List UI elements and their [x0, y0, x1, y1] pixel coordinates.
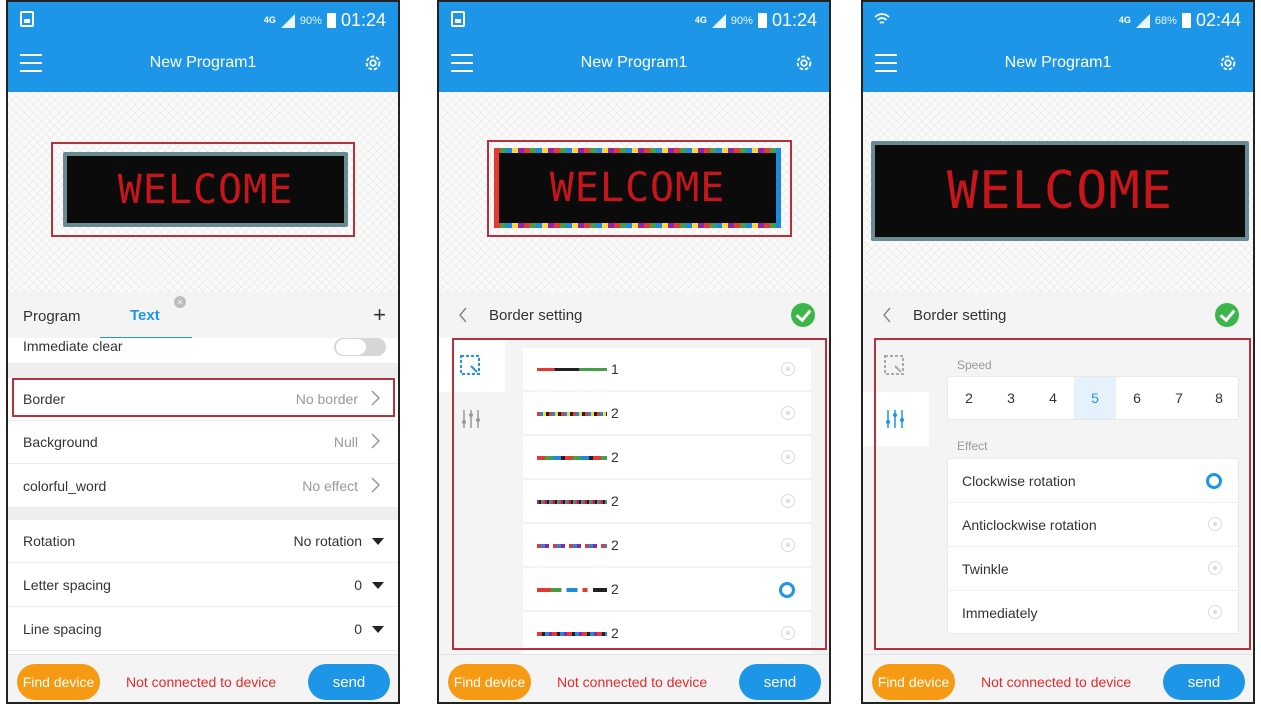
led-panel[interactable]: WELCOME [63, 152, 348, 227]
colorful-word-value: No effect [302, 478, 358, 494]
tab-bar: Program Text × + [8, 292, 398, 339]
find-device-button[interactable]: Find device [872, 664, 955, 700]
app-bar: New Program1 [439, 38, 829, 92]
signal-icon [711, 13, 726, 28]
gallery-notification-icon [451, 11, 465, 27]
chevron-right-icon [371, 477, 381, 493]
send-button[interactable]: send [1163, 664, 1245, 700]
app-bar: New Program1 [863, 38, 1253, 92]
battery-percent: 90% [730, 14, 753, 27]
rotation-row[interactable]: Rotation No rotation [8, 520, 398, 563]
bottom-action-bar: Find device Not connected to device send [8, 654, 398, 702]
letter-spacing-row[interactable]: Letter spacing 0 [8, 564, 398, 607]
battery-icon [326, 13, 336, 28]
line-spacing-label: Line spacing [23, 621, 102, 637]
battery-percent: 90% [299, 14, 322, 27]
find-device-button[interactable]: Find device [17, 664, 100, 700]
gallery-notification-icon [20, 11, 34, 27]
status-bar: 4G 90% 01:24 [8, 2, 398, 38]
network-label: 4G [1118, 15, 1131, 25]
confirm-check-icon[interactable] [1215, 303, 1239, 327]
network-label: 4G [694, 15, 707, 25]
battery-percent: 68% [1154, 14, 1177, 27]
clock: 02:44 [1195, 10, 1241, 30]
close-icon[interactable]: × [174, 296, 186, 308]
status-bar: 4G 90% 01:24 [439, 2, 829, 38]
dropdown-arrow-icon [372, 582, 384, 589]
highlight-box [874, 338, 1251, 650]
chevron-right-icon [371, 433, 381, 449]
send-button[interactable]: send [308, 664, 390, 700]
led-preview-area: WELCOME [8, 92, 398, 292]
colorful-word-label: colorful_word [23, 478, 107, 494]
rotation-label: Rotation [23, 533, 76, 549]
connection-status: Not connected to device [981, 674, 1132, 690]
letter-spacing-value: 0 [354, 577, 362, 593]
battery-icon [1181, 13, 1191, 28]
led-panel[interactable]: WELCOME [871, 141, 1249, 241]
bottom-action-bar: Find device Not connected to device send [863, 654, 1253, 702]
border-setting-header: Border setting [863, 292, 1253, 338]
send-button[interactable]: send [739, 664, 821, 700]
phone-screen-text-settings: 4G 90% 01:24 New Program1 WELCOME Progra… [6, 0, 400, 704]
phone-screen-border-effects: 4G 68% 02:44 New Program1 WELCOME Border… [861, 0, 1255, 704]
phone-screen-border-style: 4G 90% 01:24 New Program1 WELCOME Border… [437, 0, 831, 704]
back-icon[interactable] [457, 307, 469, 323]
line-spacing-value: 0 [354, 621, 362, 637]
back-icon[interactable] [881, 307, 893, 323]
clock: 01:24 [340, 10, 386, 30]
dropdown-arrow-icon [372, 626, 384, 633]
connection-status: Not connected to device [557, 674, 708, 690]
background-value: Null [333, 434, 358, 450]
gear-icon[interactable] [1217, 52, 1239, 74]
network-label: 4G [263, 15, 276, 25]
background-row[interactable]: Background Null [8, 421, 398, 464]
confirm-check-icon[interactable] [791, 303, 815, 327]
tab-text[interactable]: Text [130, 307, 160, 324]
border-setting-header: Border setting [439, 292, 829, 338]
battery-icon [757, 13, 767, 28]
led-text: WELCOME [549, 165, 726, 211]
led-preview-area: WELCOME [439, 92, 829, 292]
gear-icon[interactable] [793, 52, 815, 74]
bottom-action-bar: Find device Not connected to device send [439, 654, 829, 702]
add-icon[interactable]: + [373, 302, 386, 328]
connection-status: Not connected to device [126, 674, 277, 690]
page-title: New Program1 [149, 54, 257, 71]
led-preview-area: WELCOME [863, 92, 1253, 292]
rotation-value: No rotation [293, 533, 362, 549]
led-panel[interactable]: WELCOME [494, 148, 781, 228]
header-title: Border setting [489, 307, 583, 324]
gear-icon[interactable] [362, 52, 384, 74]
page-title: New Program1 [580, 54, 688, 71]
immediate-clear-toggle[interactable] [334, 338, 386, 356]
status-bar: 4G 68% 02:44 [863, 2, 1253, 38]
line-spacing-row[interactable]: Line spacing 0 [8, 608, 398, 651]
background-label: Background [23, 434, 98, 450]
led-text: WELCOME [946, 161, 1174, 221]
tab-program[interactable]: Program [23, 308, 81, 325]
led-text: WELCOME [117, 166, 294, 213]
text-settings-list: Immediate clear Border No border Backgro… [8, 338, 398, 658]
divider [8, 364, 398, 378]
dropdown-arrow-icon [372, 538, 384, 545]
colorful-word-row[interactable]: colorful_word No effect [8, 465, 398, 508]
wifi-icon [874, 13, 890, 24]
letter-spacing-label: Letter spacing [23, 577, 111, 593]
border-highlight-box [12, 378, 395, 417]
signal-icon [1135, 13, 1150, 28]
page-title: New Program1 [1004, 54, 1112, 71]
signal-icon [280, 13, 295, 28]
clock: 01:24 [771, 10, 817, 30]
app-bar: New Program1 [8, 38, 398, 92]
highlight-box [452, 338, 827, 650]
immediate-clear-label: Immediate clear [23, 338, 123, 354]
header-title: Border setting [913, 307, 1007, 324]
find-device-button[interactable]: Find device [448, 664, 531, 700]
immediate-clear-row: Immediate clear [8, 338, 398, 364]
